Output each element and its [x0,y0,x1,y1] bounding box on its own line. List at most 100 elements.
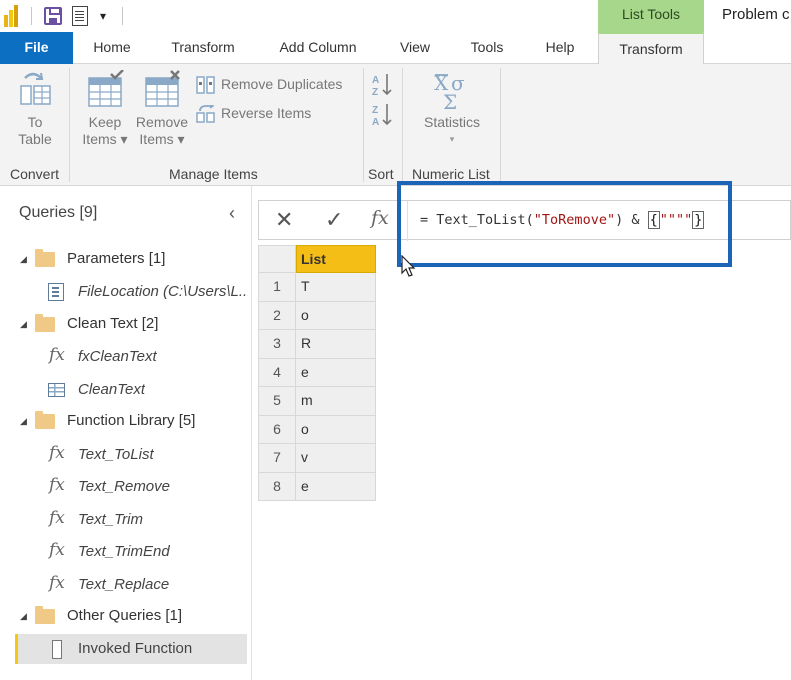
query-item-label: Text_TrimEnd [78,543,170,560]
function-icon: fx [49,540,65,560]
tab-help[interactable]: Help [534,32,586,64]
expand-arrow-icon[interactable]: ◢ [20,254,27,265]
tab-transform[interactable]: Transform [160,32,246,64]
remove-items-label-1: Remove [135,114,189,130]
table-row[interactable]: 5m [258,387,376,416]
sort-descending-icon: Z A [372,104,392,128]
list-cell[interactable]: e [296,472,376,501]
list-cell[interactable]: o [296,415,376,444]
query-group-other-queries[interactable]: ◢ Other Queries [1] [0,602,252,632]
table-row[interactable]: 3R [258,330,376,359]
ribbon-tabs: File Home Transform Add Column View Tool… [0,32,791,65]
tab-add-column[interactable]: Add Column [266,32,370,64]
tab-tools[interactable]: Tools [459,32,515,64]
query-item-filelocation[interactable]: FileLocation (C:\Users\L... [0,277,252,307]
list-cell[interactable]: v [296,444,376,473]
fx-icon[interactable]: fx [371,207,389,229]
group-separator [69,68,70,182]
list-cell[interactable]: m [296,387,376,416]
save-icon[interactable] [44,7,62,25]
query-item-invoked-function[interactable]: Invoked Function [15,634,247,664]
svg-text:A: A [372,75,379,86]
list-icon [52,640,62,659]
query-group-label: Function Library [5] [67,412,196,429]
grid-corner[interactable] [258,245,296,273]
tab-home[interactable]: Home [82,32,142,64]
expand-arrow-icon[interactable]: ◢ [20,416,27,427]
table-row[interactable]: 6o [258,415,376,444]
table-row[interactable]: 4e [258,358,376,387]
table-row[interactable]: 8e [258,472,376,501]
query-group-parameters[interactable]: ◢ Parameters [1] [0,245,252,275]
to-table-label-2: Table [18,131,52,147]
queries-pane: Queries [9] ‹ ◢ Parameters [1] FileLocat… [0,186,252,680]
expand-arrow-icon[interactable]: ◢ [20,611,27,622]
document-title: Problem c [722,6,790,23]
query-item-label: fxCleanText [78,348,157,365]
query-item-text-tolist[interactable]: fx Text_ToList [0,440,252,470]
query-item-label: Invoked Function [78,640,193,657]
query-item-cleantext[interactable]: CleanText [0,375,252,405]
list-cell[interactable]: T [296,273,376,302]
tab-view[interactable]: View [390,32,440,64]
statistics-button[interactable]: X σ Σ Statistics ▾ [416,70,488,148]
cancel-icon[interactable]: ✕ [275,207,293,233]
row-number: 1 [258,273,296,302]
query-item-text-remove[interactable]: fx Text_Remove [0,472,252,502]
row-number: 8 [258,472,296,501]
list-cell[interactable]: R [296,330,376,359]
tab-file[interactable]: File [0,32,73,64]
group-separator [500,68,501,182]
expand-arrow-icon[interactable]: ◢ [20,319,27,330]
remove-items-button[interactable]: Remove Items ▾ [134,70,190,148]
row-number: 2 [258,301,296,330]
sort-ascending-button[interactable]: A Z [371,72,395,101]
sort-descending-button[interactable]: Z A [371,102,395,131]
qat-dropdown-icon[interactable]: ▾ [100,9,106,23]
to-table-button[interactable]: To Table [8,70,62,148]
reverse-items-button[interactable]: Reverse Items [196,105,311,124]
group-separator [402,68,403,182]
query-group-clean-text[interactable]: ◢ Clean Text [2] [0,310,252,340]
report-page-icon[interactable] [72,6,88,26]
keep-items-label-2: Items ▾ [82,131,128,147]
query-item-text-trimend[interactable]: fx Text_TrimEnd [0,537,252,567]
mouse-cursor-icon [401,255,416,277]
group-label-manage-items: Manage Items [169,166,258,182]
table-row[interactable]: 2o [258,301,376,330]
svg-text:Z: Z [372,105,378,116]
keep-items-button[interactable]: Keep Items ▾ [80,70,130,148]
tab-list-transform[interactable]: Transform [598,32,704,65]
statistics-label: Statistics [423,114,480,130]
group-separator [363,68,364,182]
table-row[interactable]: 1T [258,273,376,302]
column-header-list[interactable]: List [296,245,376,273]
queries-title: Queries [9] [19,204,98,221]
query-item-label: Text_Replace [78,576,170,593]
function-icon: fx [49,345,65,365]
query-item-label: Text_Remove [78,478,170,495]
query-item-text-trim[interactable]: fx Text_Trim [0,505,252,535]
remove-items-icon [145,70,180,107]
svg-text:Z: Z [372,87,378,98]
query-item-text-replace[interactable]: fx Text_Replace [0,570,252,600]
confirm-icon[interactable]: ✓ [325,207,343,233]
table-row[interactable]: 7v [258,444,376,473]
keep-items-icon [88,70,124,107]
statistics-icon: X σ Σ [434,71,465,110]
ribbon: To Table Convert Keep Items ▾ Remove Ite… [0,64,791,186]
statistics-caret-icon: ▾ [449,134,455,144]
query-item-label: FileLocation (C:\Users\L... [78,283,248,300]
list-cell[interactable]: e [296,358,376,387]
remove-duplicates-button[interactable]: Remove Duplicates [196,76,343,95]
row-number: 5 [258,387,296,416]
list-cell[interactable]: o [296,301,376,330]
query-group-function-library[interactable]: ◢ Function Library [5] [0,407,252,437]
svg-text:A: A [372,117,379,128]
table-icon [48,383,65,397]
collapse-pane-icon[interactable]: ‹ [229,203,235,224]
query-item-fxcleantext[interactable]: fx fxCleanText [0,342,252,372]
formula-highlight-box [397,181,732,267]
title-bar: ▾ List Tools Problem c [0,0,791,32]
remove-duplicates-label: Remove Duplicates [221,76,343,92]
